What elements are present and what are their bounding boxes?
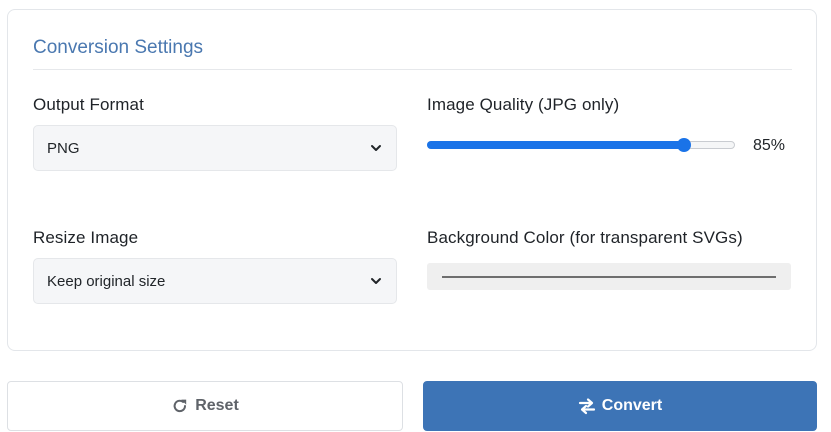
resize-image-label: Resize Image bbox=[33, 228, 139, 247]
image-quality-slider[interactable] bbox=[427, 138, 735, 152]
image-quality-label: Image Quality (JPG only) bbox=[427, 95, 620, 114]
slider-fill bbox=[427, 141, 684, 149]
reset-button[interactable]: Reset bbox=[7, 381, 403, 431]
resize-image-value: Keep original size bbox=[47, 273, 166, 290]
chevron-down-icon bbox=[371, 145, 381, 151]
background-color-input[interactable] bbox=[427, 263, 791, 290]
chevron-down-icon bbox=[371, 278, 381, 284]
background-color-label: Background Color (for transparent SVGs) bbox=[427, 228, 743, 247]
slider-thumb[interactable] bbox=[676, 138, 691, 152]
reset-label: Reset bbox=[195, 397, 239, 414]
convert-label: Convert bbox=[601, 397, 663, 414]
convert-button[interactable]: Convert bbox=[423, 381, 817, 431]
title-divider bbox=[33, 69, 792, 70]
redo-icon bbox=[173, 399, 187, 413]
image-quality-value: 85% bbox=[753, 137, 786, 154]
output-format-select[interactable]: PNG bbox=[33, 125, 397, 171]
output-format-value: PNG bbox=[47, 140, 80, 157]
resize-image-select[interactable]: Keep original size bbox=[33, 258, 397, 304]
exchange-icon bbox=[578, 398, 595, 415]
output-format-label: Output Format bbox=[33, 95, 144, 114]
color-swatch bbox=[442, 276, 776, 278]
panel-title: Conversion Settings bbox=[33, 37, 204, 58]
